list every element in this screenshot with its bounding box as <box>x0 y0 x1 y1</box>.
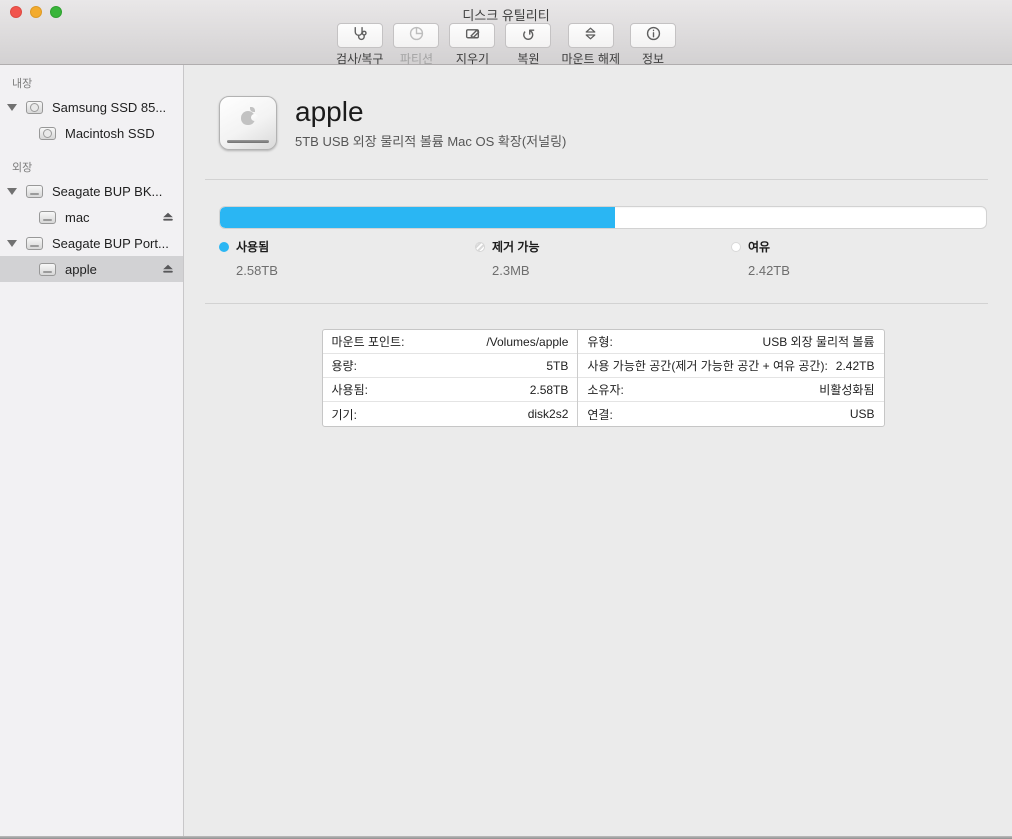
info-value: 2.58TB <box>530 383 569 397</box>
internal-disk-icon <box>39 127 56 140</box>
sidebar-item-label: Samsung SSD 85... <box>52 100 166 115</box>
sidebar-item-apple[interactable]: apple <box>0 256 183 282</box>
external-disk-icon <box>26 185 43 198</box>
sidebar-item-label: Seagate BUP BK... <box>52 184 162 199</box>
table-row: 유형: USB 외장 물리적 볼륨 <box>578 330 883 354</box>
sidebar-item-seagate-bup-bk[interactable]: Seagate BUP BK... <box>0 178 183 204</box>
info-value: 비활성화됨 <box>819 381 874 398</box>
legend-value: 2.3MB <box>492 263 731 278</box>
legend-dot-purgeable-icon <box>475 242 485 252</box>
partition-button[interactable]: 파티션 <box>393 23 439 67</box>
external-disk-icon <box>39 263 56 276</box>
usage-legend: 사용됨 2.58TB 제거 가능 2.3MB 여유 2.4 <box>219 238 987 278</box>
legend-item-used: 사용됨 2.58TB <box>219 238 475 278</box>
eject-icon[interactable] <box>161 262 175 276</box>
separator <box>205 303 988 304</box>
external-disk-icon <box>26 237 43 250</box>
legend-dot-used-icon <box>219 242 229 252</box>
first-aid-icon <box>351 25 368 47</box>
partition-icon <box>408 25 425 47</box>
disclosure-triangle-icon[interactable] <box>7 240 17 247</box>
info-value: USB 외장 물리적 볼륨 <box>763 333 875 350</box>
info-label: 유형: <box>587 333 612 350</box>
info-value: USB <box>850 407 875 421</box>
info-value: disk2s2 <box>528 407 569 421</box>
sidebar-item-macintosh-ssd[interactable]: Macintosh SSD <box>0 120 183 146</box>
sidebar-item-samsung-ssd[interactable]: Samsung SSD 85... <box>0 94 183 120</box>
sidebar-item-label: Seagate BUP Port... <box>52 236 169 251</box>
sidebar-item-mac[interactable]: mac <box>0 204 183 230</box>
usage-bar-used-segment <box>220 207 615 228</box>
sidebar-item-label: apple <box>65 262 97 277</box>
restore-icon: ↺ <box>521 27 535 44</box>
sidebar-section-external: 외장 <box>0 158 183 178</box>
sidebar-section-internal: 내장 <box>0 74 183 94</box>
table-row: 마운트 포인트: /Volumes/apple <box>323 330 578 354</box>
info-icon <box>645 25 662 47</box>
volume-drive-icon <box>219 96 277 150</box>
volume-info-table: 마운트 포인트: /Volumes/apple 용량: 5TB 사용됨: 2.5… <box>322 329 885 427</box>
apple-logo-icon <box>241 111 255 125</box>
sidebar-item-label: mac <box>65 210 90 225</box>
table-row: 연결: USB <box>578 402 883 426</box>
info-value: /Volumes/apple <box>486 335 568 349</box>
sidebar-item-label: Macintosh SSD <box>65 126 155 141</box>
external-disk-icon <box>39 211 56 224</box>
info-button[interactable]: 정보 <box>630 23 676 67</box>
volume-name: apple <box>295 96 566 128</box>
erase-icon <box>464 25 481 47</box>
erase-button[interactable]: 지우기 <box>449 23 495 67</box>
volume-description: 5TB USB 외장 물리적 볼륨 Mac OS 확장(저널링) <box>295 131 566 150</box>
unmount-button[interactable]: 마운트 해제 <box>561 23 620 67</box>
eject-icon[interactable] <box>161 210 175 224</box>
legend-label: 사용됨 <box>236 238 269 255</box>
disclosure-triangle-icon[interactable] <box>7 104 17 111</box>
window-title: 디스크 유틸리티 <box>0 5 1012 24</box>
toolbar: 검사/복구 파티션 지우기 <box>0 23 1012 67</box>
legend-item-purgeable: 제거 가능 2.3MB <box>475 238 731 278</box>
first-aid-button[interactable]: 검사/복구 <box>336 23 384 67</box>
info-label: 사용 가능한 공간(제거 가능한 공간 + 여유 공간): <box>587 357 827 374</box>
table-row: 기기: disk2s2 <box>323 402 578 426</box>
info-label: 사용됨: <box>332 381 368 398</box>
info-label: 마운트 포인트: <box>332 333 405 350</box>
table-row: 사용됨: 2.58TB <box>323 378 578 402</box>
separator <box>205 179 988 180</box>
table-row: 용량: 5TB <box>323 354 578 378</box>
info-value: 2.42TB <box>836 359 875 373</box>
table-row: 사용 가능한 공간(제거 가능한 공간 + 여유 공간): 2.42TB <box>578 354 883 378</box>
unmount-icon <box>582 25 599 47</box>
sidebar: 내장 Samsung SSD 85... Macintosh SSD 외장 Se… <box>0 65 184 836</box>
info-label: 용량: <box>332 357 357 374</box>
legend-label: 여유 <box>748 238 770 255</box>
main-panel: apple 5TB USB 외장 물리적 볼륨 Mac OS 확장(저널링) 사… <box>184 65 1012 836</box>
volume-header: apple 5TB USB 외장 물리적 볼륨 Mac OS 확장(저널링) <box>184 92 1012 154</box>
info-label: 연결: <box>587 406 612 423</box>
storage-usage-bar <box>219 206 987 229</box>
info-label: 소유자: <box>587 381 623 398</box>
disclosure-triangle-icon[interactable] <box>7 188 17 195</box>
info-label: 기기: <box>332 406 357 423</box>
restore-button[interactable]: ↺ 복원 <box>505 23 551 67</box>
legend-item-free: 여유 2.42TB <box>731 238 987 278</box>
sidebar-item-seagate-bup-port[interactable]: Seagate BUP Port... <box>0 230 183 256</box>
table-row: 소유자: 비활성화됨 <box>578 378 883 402</box>
legend-dot-free-icon <box>731 242 741 252</box>
internal-disk-icon <box>26 101 43 114</box>
title-bar: 디스크 유틸리티 검사/복구 <box>0 0 1012 65</box>
disk-utility-window: 디스크 유틸리티 검사/복구 <box>0 0 1012 839</box>
legend-value: 2.42TB <box>748 263 987 278</box>
drive-slot <box>227 140 268 143</box>
legend-value: 2.58TB <box>236 263 475 278</box>
info-value: 5TB <box>546 359 568 373</box>
legend-label: 제거 가능 <box>492 238 540 255</box>
